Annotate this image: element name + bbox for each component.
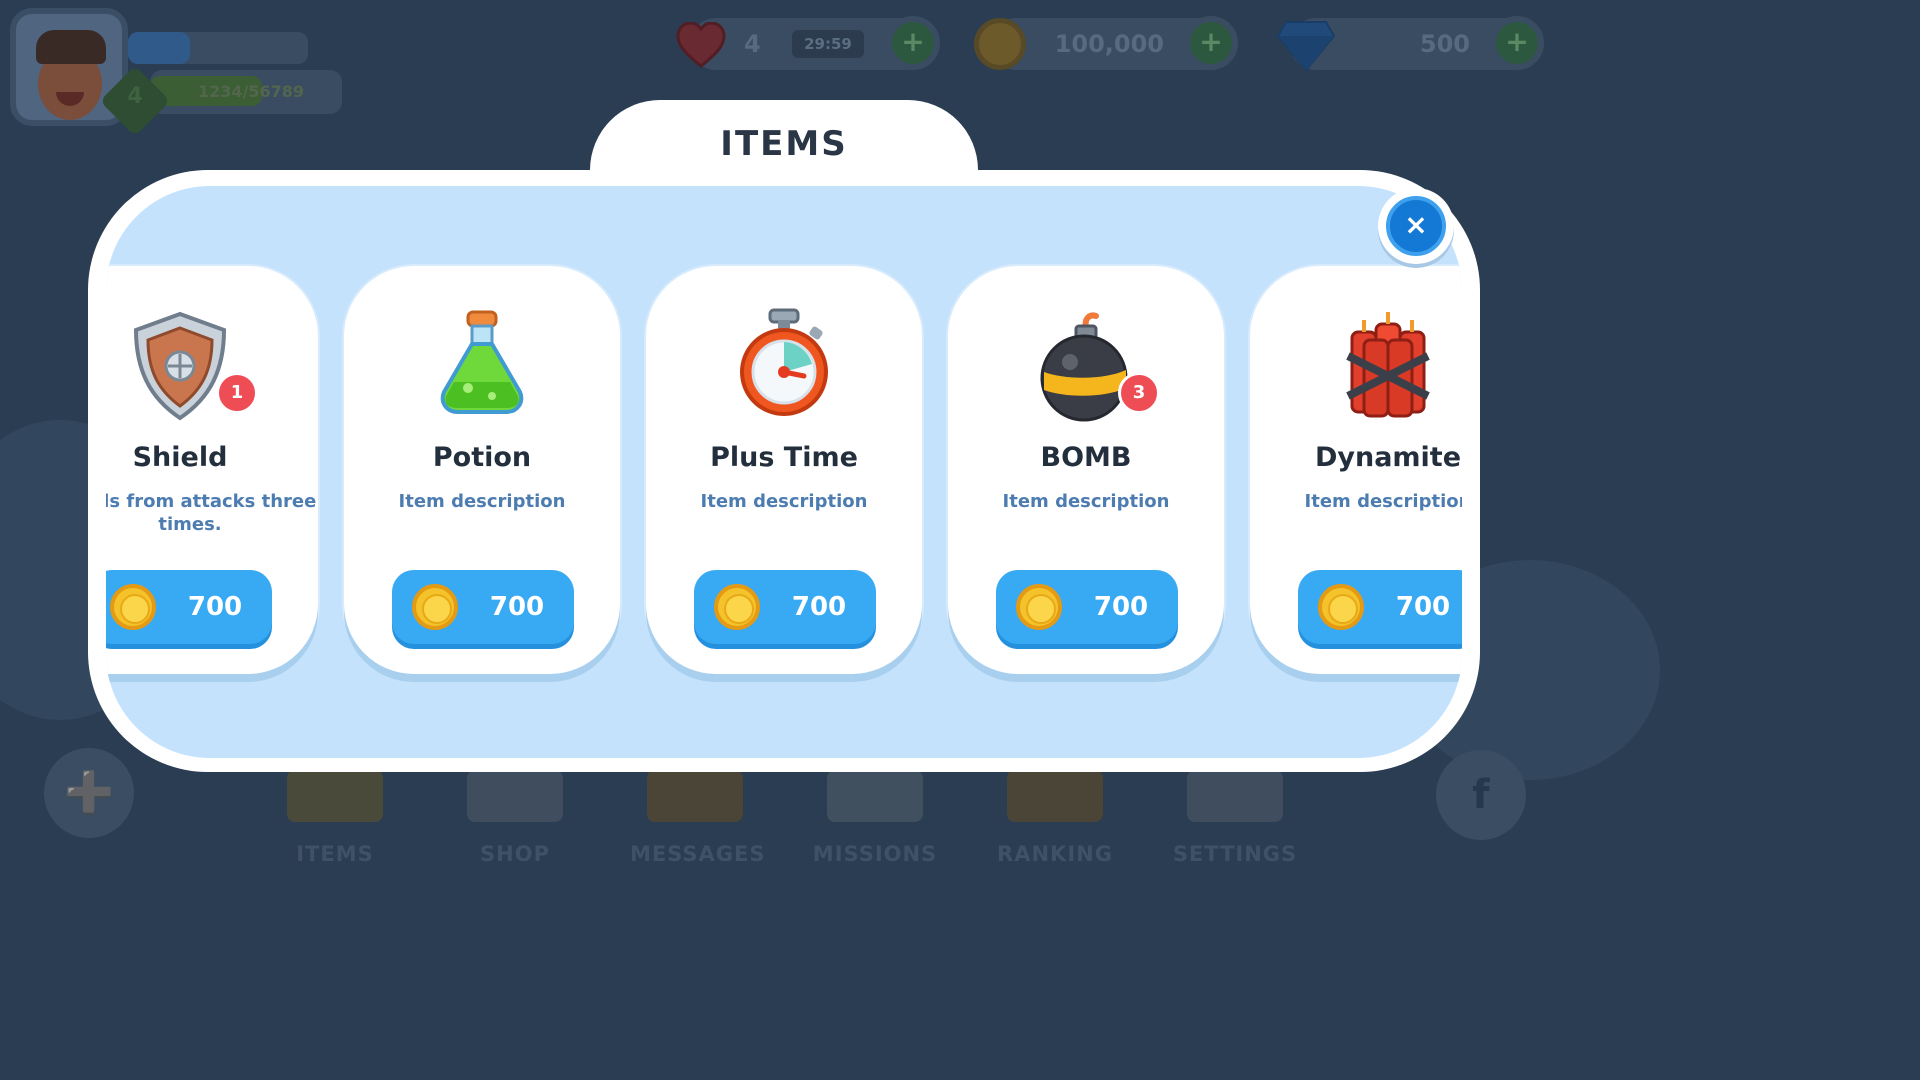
item-description: Item description xyxy=(1002,491,1170,512)
nav-label: RANKING xyxy=(997,842,1113,866)
add-gems-button[interactable]: + xyxy=(1490,16,1544,70)
xp-text: 1234/56789 xyxy=(198,82,305,101)
stopwatch-icon xyxy=(740,308,828,416)
item-price: 700 xyxy=(1093,592,1149,622)
item-name: Potion xyxy=(432,442,532,473)
add-lives-button[interactable]: + xyxy=(886,16,940,70)
nav-shop[interactable]: SHOP xyxy=(450,770,580,866)
nav-ranking[interactable]: RANKING xyxy=(990,770,1120,866)
potion-icon xyxy=(440,310,524,414)
nav-missions[interactable]: MISSIONS xyxy=(810,770,940,866)
buy-button[interactable]: 700 xyxy=(694,570,876,644)
modal-title: ITEMS xyxy=(720,124,848,164)
item-description: Item description xyxy=(700,491,868,512)
coins-count: 100,000 xyxy=(1054,30,1164,58)
level-number: 4 xyxy=(127,84,143,109)
item-card-potion[interactable]: Potion Item description 700 xyxy=(344,266,620,674)
add-coins-button[interactable]: + xyxy=(1184,16,1238,70)
buy-button[interactable]: 700 xyxy=(106,570,272,644)
nav-label: SETTINGS xyxy=(1172,842,1298,866)
energy-bar-fill xyxy=(128,32,190,64)
item-name: Shield xyxy=(132,442,228,473)
trophy-icon xyxy=(1007,770,1103,822)
nav-label: MESSAGES xyxy=(630,842,766,866)
missions-scroll-icon xyxy=(827,770,923,822)
facebook-button[interactable]: f xyxy=(1436,750,1526,840)
item-card-plus-time[interactable]: Plus Time Item description 700 xyxy=(646,266,922,674)
item-name: Plus Time xyxy=(710,442,858,473)
item-price: 700 xyxy=(489,592,545,622)
lives-timer: 29:59 xyxy=(792,30,864,58)
messages-icon xyxy=(647,770,743,822)
item-card-bomb[interactable]: 3 BOMB Item description 700 xyxy=(948,266,1224,674)
coin-icon xyxy=(1016,584,1062,630)
gem-icon xyxy=(1276,21,1336,72)
item-card-shield[interactable]: 1 Shield fends from attacks three times.… xyxy=(106,266,318,674)
coin-icon xyxy=(412,584,458,630)
item-description: Item description xyxy=(1304,491,1462,512)
close-button[interactable]: × xyxy=(1378,188,1454,264)
nav-label: MISSIONS xyxy=(812,842,938,866)
heart-icon xyxy=(676,22,726,68)
nav-items[interactable]: ITEMS xyxy=(270,770,400,866)
item-name: BOMB xyxy=(1040,442,1132,473)
coin-icon xyxy=(974,18,1026,70)
nav-settings[interactable]: SETTINGS xyxy=(1170,770,1300,866)
quantity-badge: 3 xyxy=(1118,372,1160,414)
nav-messages[interactable]: MESSAGES xyxy=(630,770,766,866)
close-icon: × xyxy=(1386,196,1446,256)
quantity-badge: 1 xyxy=(216,372,258,414)
add-friend-button[interactable]: ➕ xyxy=(44,748,134,838)
gear-icon xyxy=(1187,770,1283,822)
gems-count: 500 xyxy=(1419,30,1470,58)
item-price: 700 xyxy=(187,592,243,622)
items-list: 1 Shield fends from attacks three times.… xyxy=(106,186,1462,758)
lives-count: 4 xyxy=(744,30,761,58)
item-price: 700 xyxy=(791,592,847,622)
buy-button[interactable]: 700 xyxy=(392,570,574,644)
coin-icon xyxy=(1318,584,1364,630)
add-friend-icon: ➕ xyxy=(64,770,114,816)
item-price: 700 xyxy=(1395,592,1451,622)
item-card-dynamite[interactable]: Dynamite Item description 700 xyxy=(1250,266,1462,674)
item-name: Dynamite xyxy=(1314,442,1462,473)
nav-label: SHOP xyxy=(480,842,550,866)
buy-button[interactable]: 700 xyxy=(1298,570,1462,644)
shop-icon xyxy=(467,770,563,822)
item-description: fends from attacks three times. xyxy=(106,491,317,535)
nav-label: ITEMS xyxy=(296,842,374,866)
dynamite-icon xyxy=(1346,312,1430,418)
item-description: Item description xyxy=(398,491,566,512)
coin-icon xyxy=(714,584,760,630)
coin-icon xyxy=(110,584,156,630)
facebook-icon: f xyxy=(1472,772,1490,818)
avatar-hair xyxy=(36,30,106,64)
buy-button[interactable]: 700 xyxy=(996,570,1178,644)
items-chest-icon xyxy=(287,770,383,822)
